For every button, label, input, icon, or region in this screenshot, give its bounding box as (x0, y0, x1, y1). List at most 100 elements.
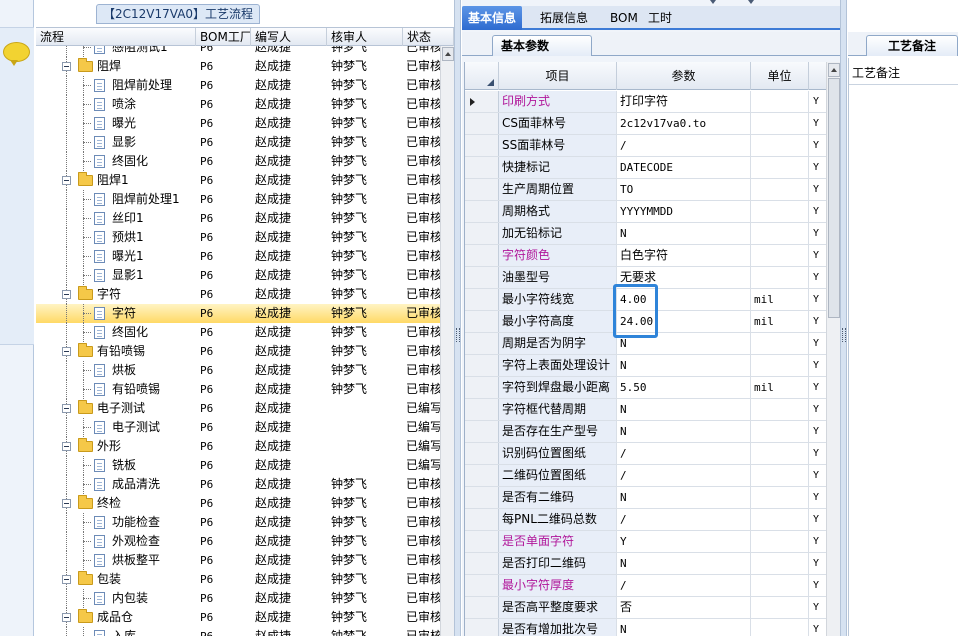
tree-row[interactable]: 电子测试 P6 赵成捷 已编写 (36, 399, 440, 418)
tree-row[interactable]: 成品仓 P6 赵成捷 钟梦飞 已审核 (36, 608, 440, 627)
tree-row[interactable]: 有铅喷锡 P6 赵成捷 钟梦飞 已审核 (36, 342, 440, 361)
tree-row[interactable]: 字符 P6 赵成捷 钟梦飞 已审核 (36, 285, 440, 304)
tree-row[interactable]: 成品清洗 P6 赵成捷 钟梦飞 已审核 (36, 475, 440, 494)
grid-cell-unit[interactable] (751, 399, 809, 420)
row-selector[interactable] (465, 311, 499, 332)
grid-cell-flag[interactable]: Y (809, 311, 826, 332)
tree-row[interactable]: 外观检查 P6 赵成捷 钟梦飞 已审核 (36, 532, 440, 551)
grid-cell-flag[interactable]: Y (809, 399, 826, 420)
row-selector[interactable] (465, 135, 499, 156)
tree-node-label[interactable]: 丝印1 (112, 209, 144, 228)
tree-node-label[interactable]: 电子测试 (112, 418, 160, 437)
grid-cell-param[interactable]: N (617, 355, 751, 376)
grid-cell-flag[interactable]: Y (809, 91, 826, 112)
tree-row[interactable]: 显影1 P6 赵成捷 钟梦飞 已审核 (36, 266, 440, 285)
tree-row[interactable]: 阻焊 P6 赵成捷 钟梦飞 已审核 (36, 57, 440, 76)
left-splitter[interactable] (454, 0, 461, 636)
tree-row[interactable]: 阻焊1 P6 赵成捷 钟梦飞 已审核 (36, 171, 440, 190)
tab-work-hours[interactable]: 工时 (642, 6, 678, 30)
grid-cell-flag[interactable]: Y (809, 531, 826, 552)
tree-node-label[interactable]: 感阻测试1 (112, 46, 168, 57)
grid-cell-unit[interactable] (751, 355, 809, 376)
grid-cell-flag[interactable]: Y (809, 443, 826, 464)
grid-scroll-up-button[interactable] (828, 63, 840, 77)
grid-row[interactable]: 最小字符线宽 4.00 mil Y (465, 289, 826, 311)
tree-row[interactable]: 显影 P6 赵成捷 钟梦飞 已审核 (36, 133, 440, 152)
grid-cell-param[interactable]: 24.00 (617, 311, 751, 332)
grid-cell-param[interactable]: Y (617, 531, 751, 552)
grid-cell-param[interactable]: / (617, 509, 751, 530)
grid-cell-unit[interactable] (751, 267, 809, 288)
notes-body[interactable]: 工艺备注 (848, 58, 958, 636)
grid-cell-unit[interactable] (751, 201, 809, 222)
tree-node-label[interactable]: 功能检查 (112, 513, 160, 532)
grid-cell-unit[interactable] (751, 619, 809, 636)
collapse-toggle-icon[interactable] (62, 176, 71, 185)
grid-cell-unit[interactable] (751, 179, 809, 200)
grid-cell-param[interactable]: N (617, 553, 751, 574)
grid-col-flag[interactable] (809, 62, 826, 90)
grid-cell-flag[interactable]: Y (809, 597, 826, 618)
tree-row[interactable]: 字符 P6 赵成捷 钟梦飞 已审核 (36, 304, 440, 323)
tree-node-label[interactable]: 外观检查 (112, 532, 160, 551)
collapse-toggle-icon[interactable] (62, 442, 71, 451)
grid-cell-unit[interactable] (751, 553, 809, 574)
tree-row[interactable]: 入库 P6 赵成捷 钟梦飞 已审核 (36, 627, 440, 636)
grid-cell-unit[interactable] (751, 597, 809, 618)
tab-basic-params[interactable]: 基本参数 (492, 35, 592, 56)
grid-cell-param[interactable]: / (617, 575, 751, 596)
grid-cell-param[interactable]: N (617, 487, 751, 508)
tree-node-label[interactable]: 有铅喷锡 (97, 342, 145, 361)
tree-node-label[interactable]: 电子测试 (97, 399, 145, 418)
grid-row[interactable]: 最小字符高度 24.00 mil Y (465, 311, 826, 333)
process-tree-title[interactable]: 【2C12V17VA0】工艺流程 (96, 4, 261, 24)
grid-cell-flag[interactable]: Y (809, 465, 826, 486)
tree-row[interactable]: 曝光 P6 赵成捷 钟梦飞 已审核 (36, 114, 440, 133)
grid-row[interactable]: 生产周期位置 TO Y (465, 179, 826, 201)
grid-row[interactable]: 是否单面字符 Y Y (465, 531, 826, 553)
grid-cell-flag[interactable]: Y (809, 157, 826, 178)
tree-row[interactable]: 外形 P6 赵成捷 已编写 (36, 437, 440, 456)
row-selector[interactable] (465, 267, 499, 288)
tree-row[interactable]: 功能检查 P6 赵成捷 钟梦飞 已审核 (36, 513, 440, 532)
tree-node-label[interactable]: 终固化 (112, 152, 148, 171)
row-selector[interactable] (465, 531, 499, 552)
row-selector[interactable] (465, 333, 499, 354)
grid-vertical-scrollbar[interactable] (826, 62, 840, 636)
grid-row[interactable]: 周期格式 YYYYMMDD Y (465, 201, 826, 223)
collapse-toggle-icon[interactable] (62, 290, 71, 299)
tree-row[interactable]: 感阻测试1 P6 赵成捷 钟梦飞 已审核 (36, 46, 440, 57)
grid-cell-flag[interactable]: Y (809, 487, 826, 508)
grid-cell-flag[interactable]: Y (809, 179, 826, 200)
right-splitter[interactable] (840, 0, 847, 636)
grid-col-param[interactable]: 参数 (617, 62, 751, 90)
tree-node-label[interactable]: 外形 (97, 437, 121, 456)
tree-scroll-up-button[interactable] (442, 47, 454, 61)
grid-cell-unit[interactable] (751, 487, 809, 508)
grid-cell-unit[interactable] (751, 135, 809, 156)
grid-row[interactable]: 快捷标记 DATECODE Y (465, 157, 826, 179)
collapse-toggle-icon[interactable] (62, 499, 71, 508)
top-collapse-arrows[interactable] (700, 0, 760, 6)
tree-row[interactable]: 内包装 P6 赵成捷 钟梦飞 已审核 (36, 589, 440, 608)
row-selector[interactable] (465, 113, 499, 134)
chat-bubble-icon[interactable] (3, 42, 30, 66)
grid-cell-param[interactable]: N (617, 399, 751, 420)
tree-row[interactable]: 阻焊前处理 P6 赵成捷 钟梦飞 已审核 (36, 76, 440, 95)
tree-node-label[interactable]: 烘板整平 (112, 551, 160, 570)
tree-row[interactable]: 烘板整平 P6 赵成捷 钟梦飞 已审核 (36, 551, 440, 570)
collapse-toggle-icon[interactable] (62, 404, 71, 413)
grid-cell-param[interactable]: 2c12v17va0.to (617, 113, 751, 134)
grid-row[interactable]: 是否存在生产型号 N Y (465, 421, 826, 443)
grid-cell-param[interactable]: 无要求 (617, 267, 751, 288)
grid-cell-param[interactable]: / (617, 443, 751, 464)
tree-node-label[interactable]: 阻焊前处理1 (112, 190, 180, 209)
grid-cell-unit[interactable] (751, 245, 809, 266)
grid-cell-unit[interactable]: mil (751, 311, 809, 332)
grid-cell-param[interactable]: N (617, 421, 751, 442)
row-selector[interactable] (465, 465, 499, 486)
tree-node-label[interactable]: 有铅喷锡 (112, 380, 160, 399)
tree-node-label[interactable]: 阻焊 (97, 57, 121, 76)
grid-cell-unit[interactable] (751, 443, 809, 464)
grid-cell-unit[interactable]: mil (751, 377, 809, 398)
